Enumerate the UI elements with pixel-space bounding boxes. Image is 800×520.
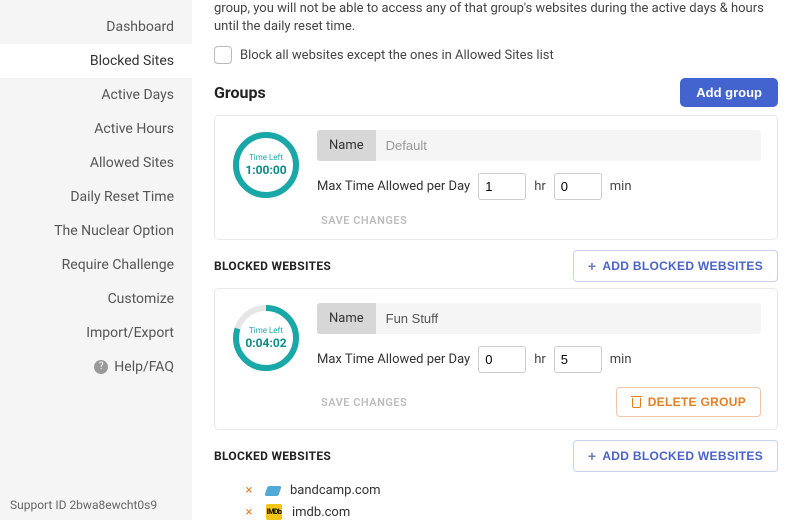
delete-group-button[interactable]: DELETE GROUP — [616, 387, 761, 417]
blocked-site-row: × IMDb imdb.com — [242, 501, 778, 520]
hr-unit: hr — [534, 352, 546, 367]
site-domain: bandcamp.com — [290, 483, 381, 498]
block-all-checkbox[interactable] — [214, 46, 232, 64]
save-changes-button[interactable]: SAVE CHANGES — [321, 396, 407, 409]
time-left-label: Time Left — [249, 326, 283, 335]
add-blocked-label: ADD BLOCKED WEBSITES — [602, 449, 763, 463]
time-left-value: 0:04:02 — [245, 336, 286, 350]
max-time-label: Max Time Allowed per Day — [317, 352, 470, 367]
block-all-label: Block all websites except the ones in Al… — [240, 48, 554, 63]
intro-text: group, you will not be able to access an… — [214, 0, 778, 36]
save-changes-button[interactable]: SAVE CHANGES — [321, 214, 407, 227]
plus-icon: + — [588, 259, 596, 273]
delete-group-label: DELETE GROUP — [648, 395, 746, 409]
main-content: group, you will not be able to access an… — [192, 0, 800, 520]
support-id: Support ID 2bwa8ewcht0s9 — [10, 498, 157, 512]
minutes-input[interactable] — [554, 173, 602, 200]
sidebar-item-import-export[interactable]: Import/Export — [0, 316, 192, 350]
sidebar-item-nuclear-option[interactable]: The Nuclear Option — [0, 214, 192, 248]
name-label: Name — [317, 303, 376, 334]
sidebar-item-dashboard[interactable]: Dashboard — [0, 10, 192, 44]
sidebar-item-active-hours[interactable]: Active Hours — [0, 112, 192, 146]
sidebar-item-customize[interactable]: Customize — [0, 282, 192, 316]
group-name-input[interactable] — [376, 303, 761, 334]
sidebar-item-allowed-sites[interactable]: Allowed Sites — [0, 146, 192, 180]
sidebar-item-require-challenge[interactable]: Require Challenge — [0, 248, 192, 282]
blocked-websites-title: BLOCKED WEBSITES — [214, 449, 331, 463]
time-left-label: Time Left — [249, 153, 283, 162]
imdb-icon: IMDb — [266, 504, 282, 520]
blocked-header: BLOCKED WEBSITES + ADD BLOCKED WEBSITES — [214, 250, 778, 282]
min-unit: min — [610, 179, 632, 194]
sidebar-item-active-days[interactable]: Active Days — [0, 78, 192, 112]
group-name-input[interactable] — [376, 130, 761, 161]
groups-title: Groups — [214, 83, 266, 102]
hr-unit: hr — [534, 179, 546, 194]
group-card: Time Left 0:04:02 Name Max Time Allowed … — [214, 288, 778, 430]
plus-icon: + — [588, 449, 596, 463]
blocked-site-list: × bandcamp.com × IMDb imdb.com — [214, 478, 778, 520]
hours-input[interactable] — [478, 346, 526, 373]
add-blocked-websites-button[interactable]: + ADD BLOCKED WEBSITES — [573, 440, 778, 472]
group-card: Time Left 1:00:00 Name Max Time Allowed … — [214, 115, 778, 240]
remove-site-button[interactable]: × — [242, 505, 256, 520]
blocked-header: BLOCKED WEBSITES + ADD BLOCKED WEBSITES — [214, 440, 778, 472]
blocked-site-row: × bandcamp.com — [242, 480, 778, 501]
max-time-label: Max Time Allowed per Day — [317, 179, 470, 194]
sidebar-item-help-faq[interactable]: Help/FAQ — [0, 350, 192, 384]
minutes-input[interactable] — [554, 346, 602, 373]
timer-ring: Time Left 0:04:02 — [231, 303, 301, 373]
block-all-row: Block all websites except the ones in Al… — [214, 46, 778, 64]
time-left-value: 1:00:00 — [245, 163, 286, 177]
name-label: Name — [317, 130, 376, 161]
remove-site-button[interactable]: × — [242, 483, 256, 498]
site-domain: imdb.com — [292, 505, 350, 520]
sidebar: Dashboard Blocked Sites Active Days Acti… — [0, 0, 192, 520]
hours-input[interactable] — [478, 173, 526, 200]
sidebar-item-daily-reset-time[interactable]: Daily Reset Time — [0, 180, 192, 214]
timer-ring: Time Left 1:00:00 — [231, 130, 301, 200]
min-unit: min — [610, 352, 632, 367]
add-blocked-label: ADD BLOCKED WEBSITES — [602, 259, 763, 273]
add-blocked-websites-button[interactable]: + ADD BLOCKED WEBSITES — [573, 250, 778, 282]
add-group-button[interactable]: Add group — [680, 78, 778, 107]
bandcamp-icon — [264, 486, 281, 496]
groups-header: Groups Add group — [214, 78, 778, 107]
blocked-websites-title: BLOCKED WEBSITES — [214, 259, 331, 273]
sidebar-item-blocked-sites[interactable]: Blocked Sites — [0, 44, 192, 78]
trash-icon — [631, 396, 642, 408]
